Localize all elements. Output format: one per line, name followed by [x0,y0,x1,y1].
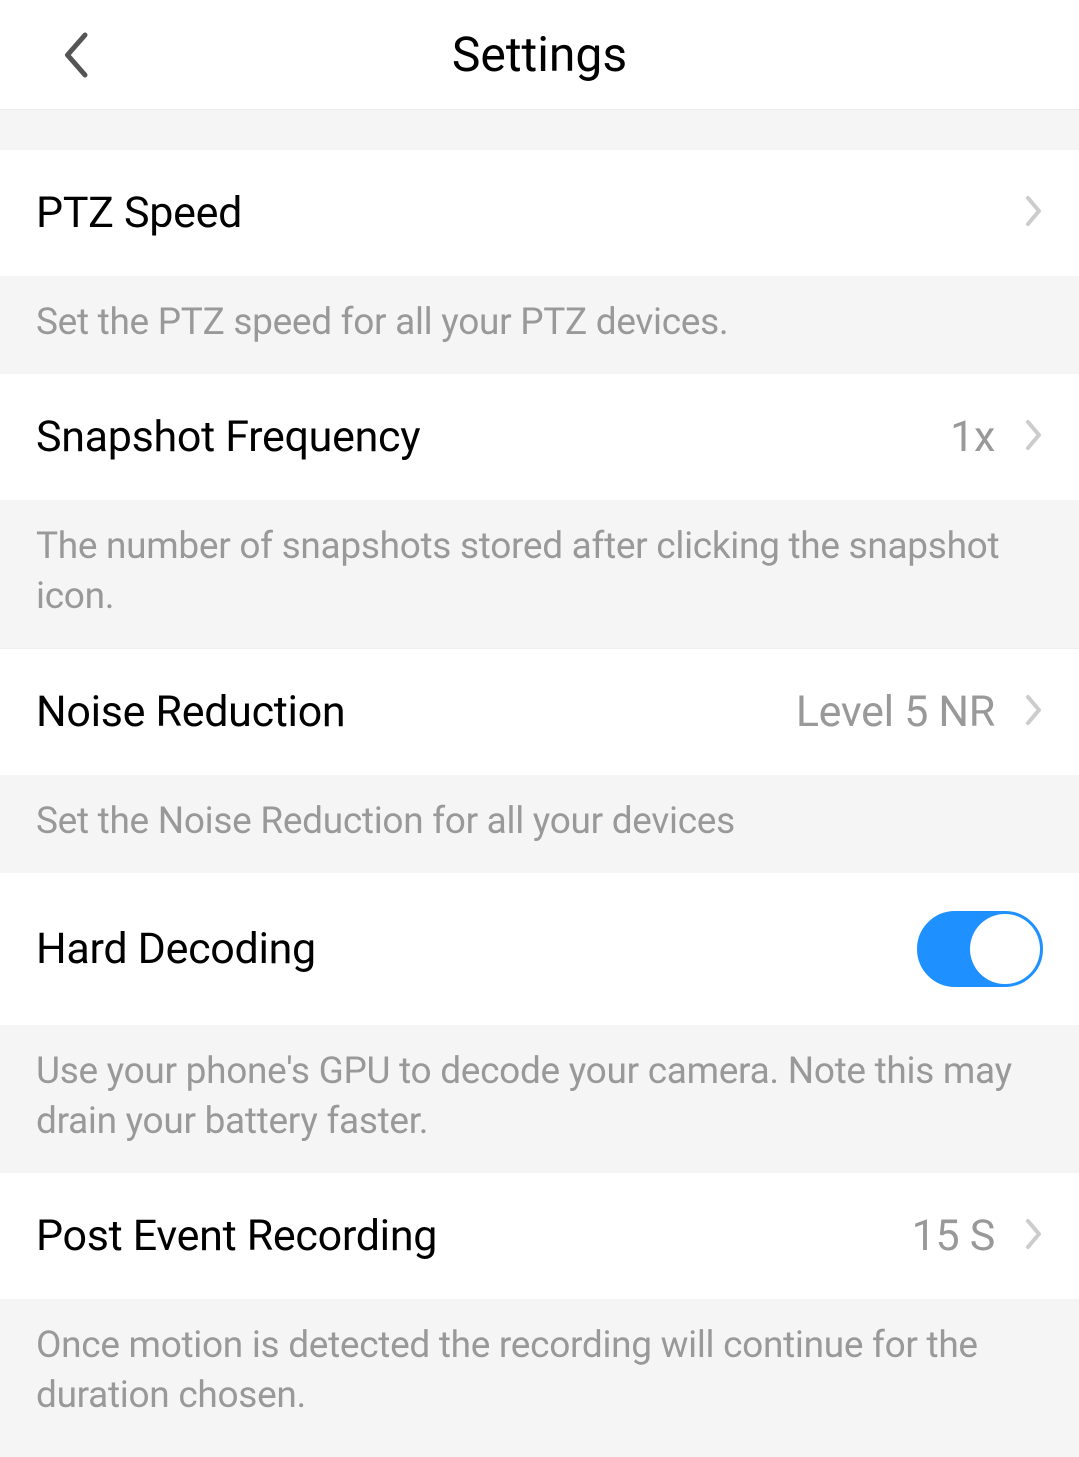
snapshot-frequency-label: Snapshot Frequency [36,412,420,462]
noise-reduction-value: Level 5 NR [796,687,995,737]
back-button[interactable] [60,30,90,80]
snapshot-frequency-value: 1x [950,412,995,462]
chevron-left-icon [60,30,90,80]
ptz-speed-label: PTZ Speed [36,188,242,238]
section-spacer [0,110,1079,150]
snapshot-frequency-description: The number of snapshots stored after cli… [0,500,1079,649]
post-event-recording-row[interactable]: Post Event Recording 15 S [0,1173,1079,1299]
chevron-right-icon [1025,419,1043,455]
row-right [1025,195,1043,231]
hard-decoding-row: Hard Decoding [0,873,1079,1025]
hard-decoding-label: Hard Decoding [36,924,316,974]
chevron-right-icon [1025,694,1043,730]
page-title: Settings [0,26,1079,83]
toggle-knob [970,914,1040,984]
post-event-recording-value: 15 S [912,1211,995,1261]
noise-reduction-description: Set the Noise Reduction for all your dev… [0,775,1079,873]
row-right: 15 S [912,1211,1043,1261]
row-right: Level 5 NR [796,687,1043,737]
chevron-right-icon [1025,195,1043,231]
ptz-speed-description: Set the PTZ speed for all your PTZ devic… [0,276,1079,374]
post-event-recording-description: Once motion is detected the recording wi… [0,1299,1079,1447]
header: Settings [0,0,1079,110]
noise-reduction-label: Noise Reduction [36,687,345,737]
chevron-right-icon [1025,1218,1043,1254]
snapshot-frequency-row[interactable]: Snapshot Frequency 1x [0,374,1079,500]
ptz-speed-row[interactable]: PTZ Speed [0,150,1079,276]
row-right: 1x [950,412,1043,462]
noise-reduction-row[interactable]: Noise Reduction Level 5 NR [0,649,1079,775]
hard-decoding-description: Use your phone's GPU to decode your came… [0,1025,1079,1173]
post-event-recording-label: Post Event Recording [36,1211,437,1261]
hard-decoding-toggle[interactable] [917,911,1043,987]
